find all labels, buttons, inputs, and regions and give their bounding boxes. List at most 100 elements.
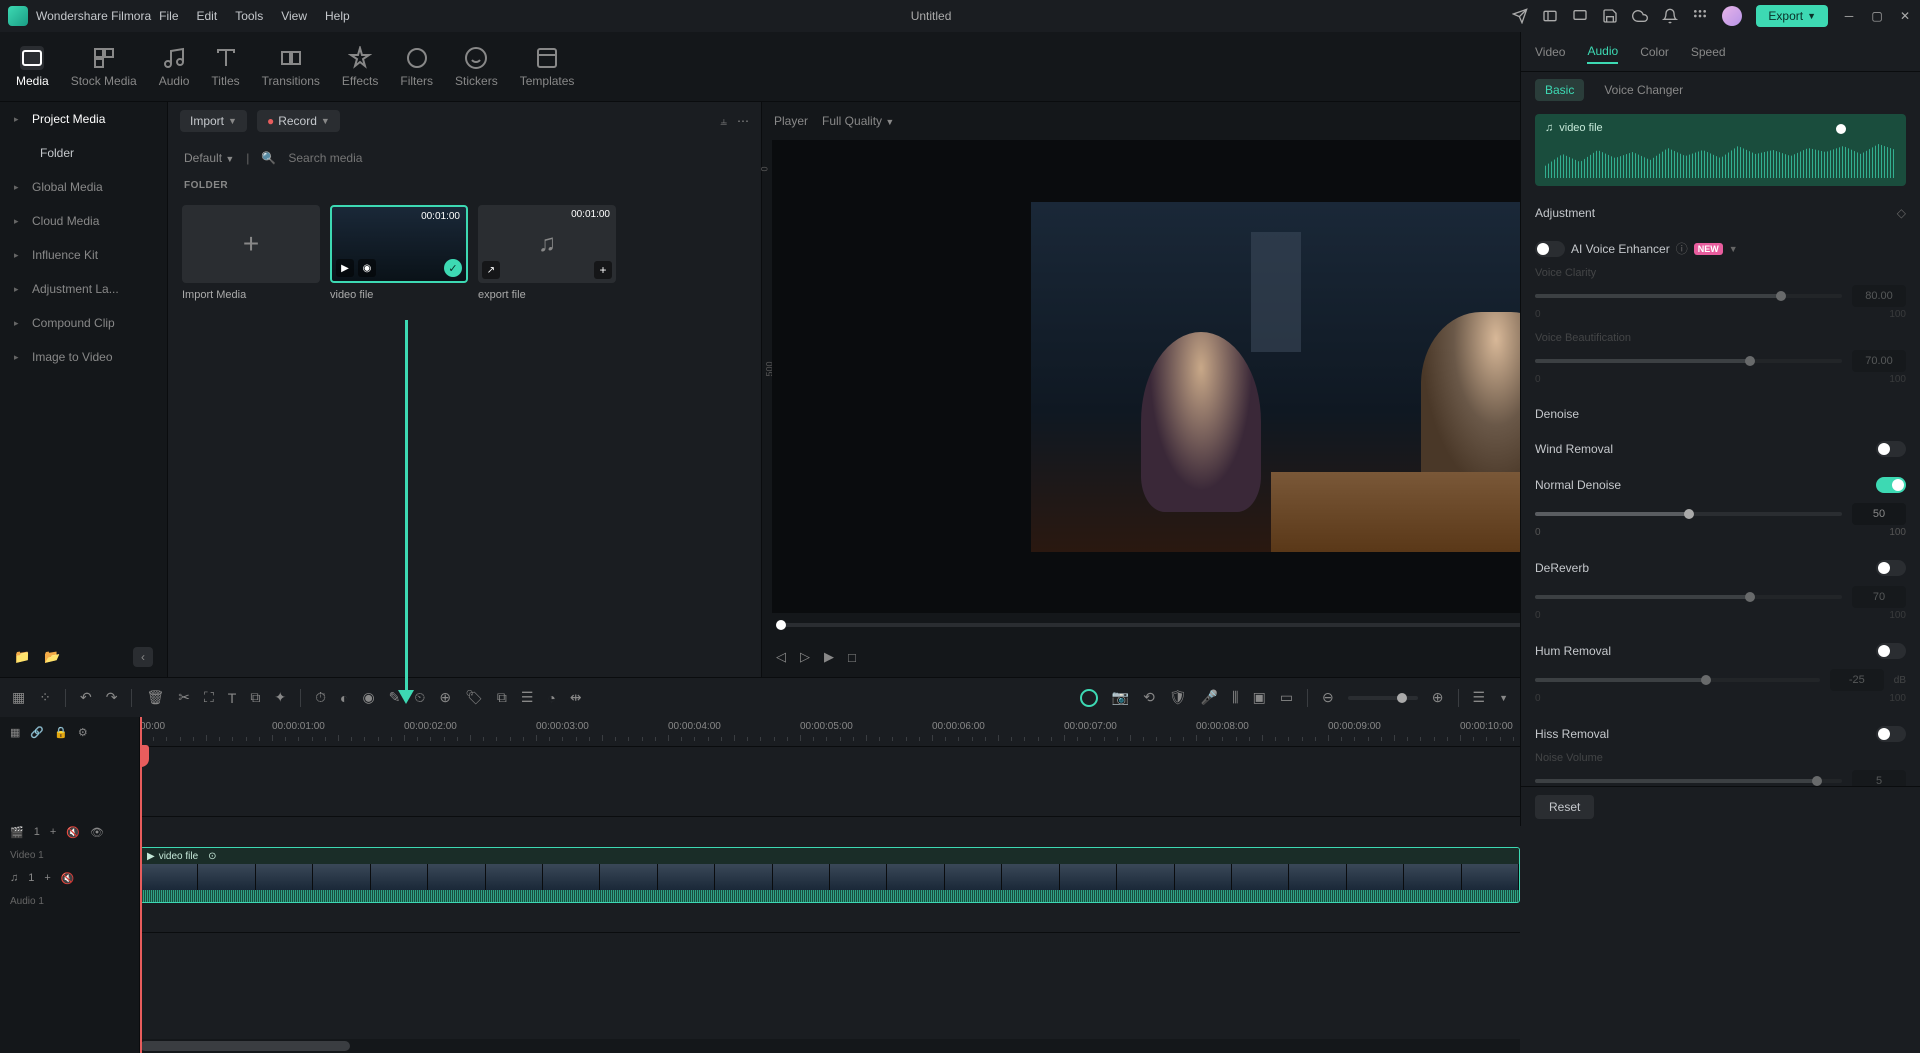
add-icon[interactable]: + bbox=[594, 261, 612, 279]
chroma-icon[interactable]: ◉ bbox=[362, 689, 374, 706]
more-icon[interactable]: ⋯ bbox=[737, 114, 749, 128]
mic-icon[interactable]: 🎤 bbox=[1201, 689, 1218, 706]
save-icon[interactable] bbox=[1602, 8, 1618, 24]
send-icon[interactable] bbox=[1512, 8, 1528, 24]
mode-filters[interactable]: Filters bbox=[392, 40, 441, 94]
zoom-out-icon[interactable]: ⊖ bbox=[1322, 689, 1334, 706]
mixer-icon[interactable]: ⫼ bbox=[1232, 689, 1238, 706]
mode-effects[interactable]: Effects bbox=[334, 40, 386, 94]
waveform-playhead[interactable] bbox=[1836, 124, 1846, 134]
timeline-scrollbar[interactable] bbox=[140, 1039, 1520, 1053]
voice-beautification-slider[interactable] bbox=[1535, 359, 1842, 363]
playhead[interactable] bbox=[140, 717, 142, 1053]
sidebar-adjustment-layer[interactable]: ▸Adjustment La... bbox=[0, 272, 167, 306]
shield-icon[interactable]: 🛡 bbox=[1169, 689, 1187, 706]
cut-icon[interactable]: ✂ bbox=[178, 689, 190, 706]
hum-removal-slider[interactable] bbox=[1535, 678, 1820, 682]
cloud-icon[interactable] bbox=[1632, 8, 1648, 24]
reset-button[interactable]: Reset bbox=[1535, 795, 1594, 819]
tab-audio[interactable]: Audio bbox=[1587, 40, 1618, 64]
tag-icon[interactable]: 🏷 bbox=[465, 689, 483, 706]
mode-audio[interactable]: Audio bbox=[151, 40, 198, 94]
add-audio-track-icon[interactable]: + bbox=[44, 872, 50, 884]
menu-file[interactable]: File bbox=[159, 9, 178, 23]
mode-titles[interactable]: Titles bbox=[203, 40, 247, 94]
quality-dropdown[interactable]: Full Quality ▼ bbox=[822, 114, 894, 128]
export-button[interactable]: Export▼ bbox=[1756, 5, 1828, 27]
play-pause-icon[interactable]: ▷ bbox=[800, 649, 810, 665]
subtab-basic[interactable]: Basic bbox=[1535, 79, 1584, 101]
dropdown-icon[interactable]: ▼ bbox=[1499, 693, 1508, 703]
ai-icon[interactable]: ✦ bbox=[274, 689, 286, 706]
mask-icon[interactable]: ◔ bbox=[547, 690, 555, 706]
audio-track-icon[interactable]: ♫ bbox=[10, 872, 18, 884]
zoom-in-icon[interactable]: ⊕ bbox=[1432, 689, 1444, 706]
sidebar-image-to-video[interactable]: ▸Image to Video bbox=[0, 340, 167, 374]
tab-color[interactable]: Color bbox=[1640, 41, 1669, 63]
collapse-sidebar-icon[interactable]: ‹ bbox=[133, 647, 153, 667]
search-input[interactable] bbox=[288, 151, 745, 165]
import-button[interactable]: Import▼ bbox=[180, 110, 247, 132]
menu-help[interactable]: Help bbox=[325, 9, 350, 23]
minimize-icon[interactable]: ─ bbox=[1842, 9, 1856, 23]
color-icon[interactable]: ◐ bbox=[340, 690, 348, 706]
marker-icon[interactable]: ▣ bbox=[1253, 689, 1266, 706]
clip-icon[interactable]: ▭ bbox=[1280, 689, 1293, 706]
prev-frame-icon[interactable]: ◁ bbox=[776, 649, 786, 665]
noise-volume-slider[interactable] bbox=[1535, 779, 1842, 783]
expand-icon[interactable]: ⊕ bbox=[439, 689, 451, 706]
timeline-ruler[interactable]: 00:0000:00:01:0000:00:02:0000:00:03:0000… bbox=[140, 717, 1520, 747]
mode-media[interactable]: Media bbox=[8, 40, 57, 94]
panel-icon[interactable] bbox=[1542, 8, 1558, 24]
timer-icon[interactable]: ⏲ bbox=[414, 689, 425, 706]
mode-transitions[interactable]: Transitions bbox=[254, 40, 328, 94]
avatar[interactable] bbox=[1722, 6, 1742, 26]
sidebar-folder[interactable]: Folder bbox=[0, 136, 167, 170]
ai-enhancer-toggle[interactable] bbox=[1535, 241, 1565, 257]
sidebar-compound-clip[interactable]: ▸Compound Clip bbox=[0, 306, 167, 340]
text-icon[interactable]: T bbox=[228, 690, 237, 706]
settings-icon[interactable]: ⚙ bbox=[78, 726, 88, 739]
render-indicator[interactable] bbox=[1080, 689, 1098, 707]
record-button[interactable]: ●Record▼ bbox=[257, 110, 340, 132]
maximize-icon[interactable]: ▢ bbox=[1870, 9, 1884, 23]
menu-view[interactable]: View bbox=[281, 9, 307, 23]
info-icon[interactable]: ⓘ bbox=[1676, 240, 1688, 257]
media-item-audio[interactable]: 00:01:00 ♫ ↗ + export file bbox=[478, 205, 616, 301]
media-item-video[interactable]: 00:01:00 ▶◉ ✓ video file bbox=[330, 205, 468, 301]
dereverb-toggle[interactable] bbox=[1876, 560, 1906, 576]
hum-removal-toggle[interactable] bbox=[1876, 643, 1906, 659]
magnet-icon[interactable]: ⁘ bbox=[39, 689, 51, 706]
wind-removal-toggle[interactable] bbox=[1876, 441, 1906, 457]
sidebar-project-media[interactable]: ▸Project Media bbox=[0, 102, 167, 136]
stop-icon[interactable]: □ bbox=[848, 650, 856, 665]
delete-icon[interactable]: 🗑 bbox=[146, 689, 164, 706]
dereverb-slider[interactable] bbox=[1535, 595, 1842, 599]
keyframe-icon[interactable]: ◇ bbox=[1897, 206, 1906, 220]
timeline-tracks[interactable]: 00:0000:00:01:0000:00:02:0000:00:03:0000… bbox=[140, 717, 1520, 1053]
video-track-icon[interactable]: 🎬 bbox=[10, 826, 24, 839]
apps-icon[interactable] bbox=[1692, 8, 1708, 24]
copy-icon[interactable]: ⧉ bbox=[250, 689, 260, 706]
normal-denoise-slider[interactable] bbox=[1535, 512, 1842, 516]
hiss-removal-toggle[interactable] bbox=[1876, 726, 1906, 742]
new-folder-icon[interactable]: 📂 bbox=[44, 649, 60, 665]
stack-icon[interactable]: ☰ bbox=[521, 689, 534, 706]
camera-icon[interactable]: 📷 bbox=[1112, 689, 1129, 706]
mute-audio-icon[interactable]: 🔇 bbox=[61, 872, 75, 885]
tab-speed[interactable]: Speed bbox=[1691, 41, 1726, 63]
grid-icon[interactable]: ▦ bbox=[12, 689, 25, 706]
sidebar-cloud-media[interactable]: ▸Cloud Media bbox=[0, 204, 167, 238]
close-icon[interactable]: ✕ bbox=[1898, 9, 1912, 23]
visible-icon[interactable]: 👁 bbox=[90, 826, 104, 839]
group-icon[interactable]: ⧉ bbox=[497, 689, 507, 706]
menu-tools[interactable]: Tools bbox=[235, 9, 263, 23]
voice-clarity-slider[interactable] bbox=[1535, 294, 1842, 298]
undo-icon[interactable]: ↶ bbox=[80, 689, 92, 706]
play-icon[interactable]: ▶ bbox=[824, 649, 834, 665]
redo-icon[interactable]: ↷ bbox=[106, 689, 118, 706]
sidebar-influence-kit[interactable]: ▸Influence Kit bbox=[0, 238, 167, 272]
subtab-voice-changer[interactable]: Voice Changer bbox=[1594, 79, 1693, 101]
link-icon[interactable]: 🔗 bbox=[30, 726, 44, 739]
lock-icon[interactable]: 🔒 bbox=[54, 726, 68, 739]
